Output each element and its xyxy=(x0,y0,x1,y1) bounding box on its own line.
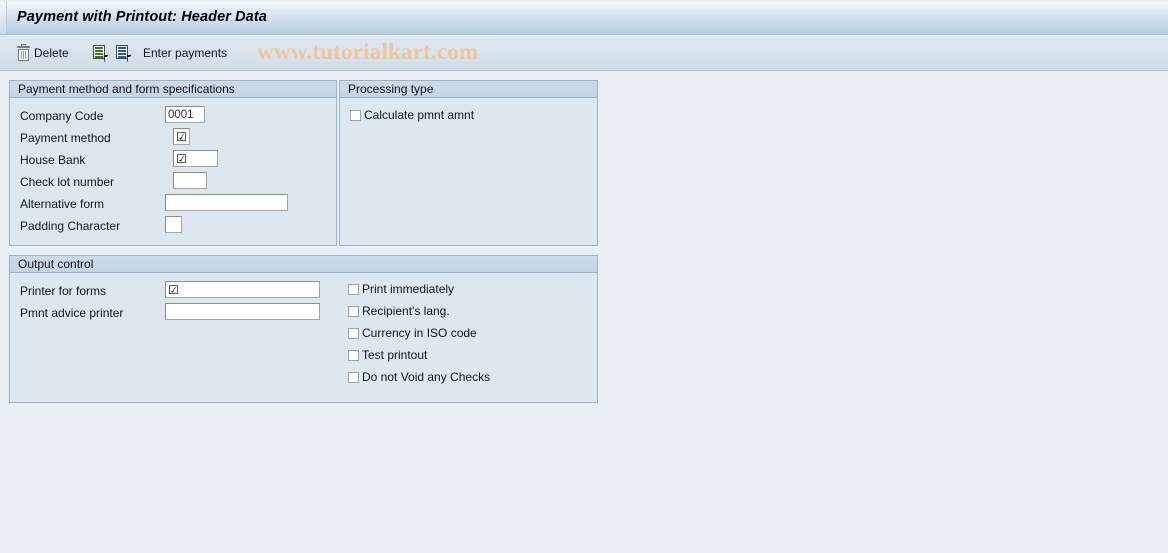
checkbox-row-recipients-lang[interactable]: Recipient's lang. xyxy=(348,304,450,318)
watermark: ©www.tutorialkart.com xyxy=(241,39,478,65)
page-title: Payment with Printout: Header Data xyxy=(17,9,267,25)
enter-payments-button[interactable]: Enter payments xyxy=(140,36,230,70)
watermark-copyright-icon: © xyxy=(241,40,258,64)
group-payment-method-and-form-specifications: Payment method and form specifications C… xyxy=(9,80,337,246)
input-alternative-form[interactable] xyxy=(165,194,288,211)
checkbox-row-calculate-pmnt-amnt[interactable]: Calculate pmnt amnt xyxy=(350,108,474,122)
checkbox-recipients-lang[interactable] xyxy=(348,305,359,317)
checkbox-label-print-immediately: Print immediately xyxy=(362,282,455,296)
checkbox-label-do-not-void-any-checks: Do not Void any Checks xyxy=(362,370,491,384)
checkbox-label-recipients-lang: Recipient's lang. xyxy=(362,304,450,318)
checkbox-currency-in-iso-code[interactable] xyxy=(348,327,359,339)
window-title-bar: Payment with Printout: Header Data xyxy=(0,2,1168,35)
title-bar-accent xyxy=(0,2,7,34)
input-company-code[interactable] xyxy=(165,106,205,123)
watermark-text: www.tutorialkart.com xyxy=(257,39,479,64)
checkbox-label-calculate-pmnt-amnt: Calculate pmnt amnt xyxy=(364,108,475,122)
group-payment-method-body: Company Code Payment method House Bank C… xyxy=(10,98,336,244)
enter-payments-button-label: Enter payments xyxy=(143,46,228,60)
checkbox-do-not-void-any-checks[interactable] xyxy=(348,371,359,383)
group-processing-type-body: Calculate pmnt amnt xyxy=(340,98,597,244)
checkbox-row-print-immediately[interactable]: Print immediately xyxy=(348,282,454,296)
group-output-control-body: Printer for forms Pmnt advice printer Pr… xyxy=(10,273,597,401)
checkbox-row-do-not-void-any-checks[interactable]: Do not Void any Checks xyxy=(348,370,490,384)
sap-application-window: Payment with Printout: Header Data Delet… xyxy=(0,0,1168,553)
checkbox-row-currency-in-iso-code[interactable]: Currency in ISO code xyxy=(348,326,477,340)
input-payment-method[interactable] xyxy=(173,128,190,145)
checkbox-label-currency-in-iso-code: Currency in ISO code xyxy=(362,326,477,340)
input-check-lot-number[interactable] xyxy=(173,172,207,189)
label-payment-method: Payment method xyxy=(20,131,111,145)
input-pmnt-advice-printer[interactable] xyxy=(165,303,320,320)
label-check-lot-number: Check lot number xyxy=(20,175,115,189)
group-output-control: Output control Printer for forms Pmnt ad… xyxy=(9,255,598,403)
group-processing-type: Processing type Calculate pmnt amnt xyxy=(339,80,598,246)
display-payment-document-button[interactable] xyxy=(113,36,134,70)
checkbox-calculate-pmnt-amnt[interactable] xyxy=(350,109,361,121)
document-blue-select-icon xyxy=(116,45,133,63)
label-printer-for-forms: Printer for forms xyxy=(20,284,107,298)
label-padding-character: Padding Character xyxy=(20,219,121,233)
label-house-bank: House Bank xyxy=(20,153,86,167)
checkbox-test-printout[interactable] xyxy=(348,349,359,361)
label-company-code: Company Code xyxy=(20,109,104,123)
create-payment-document-button[interactable] xyxy=(90,36,111,70)
document-green-select-icon xyxy=(93,45,110,63)
group-processing-type-title: Processing type xyxy=(340,81,597,98)
checkbox-row-test-printout[interactable]: Test printout xyxy=(348,348,427,362)
input-house-bank[interactable] xyxy=(173,150,218,167)
label-alternative-form: Alternative form xyxy=(20,197,105,211)
group-payment-method-title: Payment method and form specifications xyxy=(10,81,336,98)
trash-icon xyxy=(17,43,30,61)
input-printer-for-forms[interactable] xyxy=(165,281,320,298)
delete-button-label: Delete xyxy=(34,46,69,60)
checkbox-print-immediately[interactable] xyxy=(348,283,359,295)
checkbox-label-test-printout: Test printout xyxy=(362,348,428,362)
application-toolbar: Delete Enter payments xyxy=(0,36,1168,71)
delete-button[interactable]: Delete xyxy=(14,36,72,70)
input-padding-character[interactable] xyxy=(165,216,182,233)
label-pmnt-advice-printer: Pmnt advice printer xyxy=(20,306,124,320)
group-output-control-title: Output control xyxy=(10,256,597,273)
